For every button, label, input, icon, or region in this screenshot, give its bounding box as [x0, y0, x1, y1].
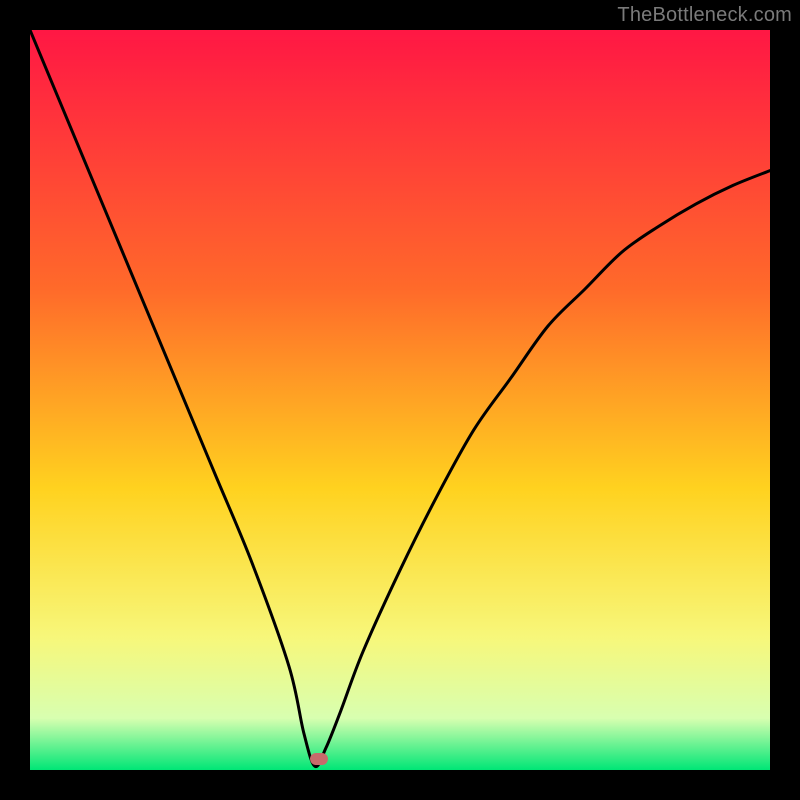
bottleneck-curve [30, 30, 770, 770]
chart-frame: TheBottleneck.com [0, 0, 800, 800]
plot-area [30, 30, 770, 770]
watermark-text: TheBottleneck.com [617, 4, 792, 27]
optimal-point-marker [310, 753, 328, 765]
